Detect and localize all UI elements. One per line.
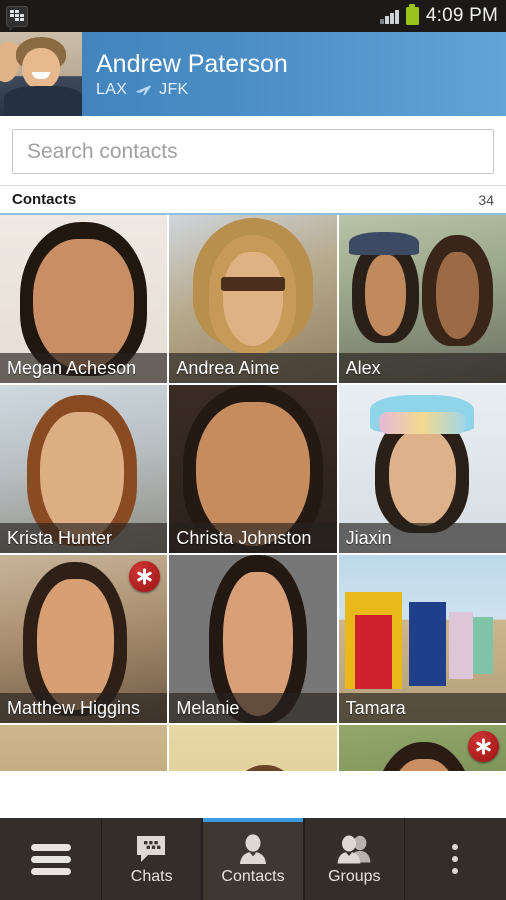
menu-button[interactable] (0, 818, 101, 900)
tab-contacts[interactable]: Contacts (202, 818, 304, 900)
contact-tile[interactable]: Tamara (338, 555, 506, 723)
tab-groups[interactable]: Groups (303, 818, 405, 900)
contact-tile[interactable]: Megan Acheson (0, 215, 168, 383)
contact-tile[interactable]: Christa Johnston (169, 385, 337, 553)
contacts-grid-scroll[interactable]: Megan Acheson Andrea Aime Alex Krista Hu… (0, 215, 506, 771)
bbm-logo-icon (6, 5, 28, 32)
contact-tile[interactable]: Matthew Higgins (0, 555, 168, 723)
contact-tile[interactable]: Andrea Aime (169, 215, 337, 383)
contact-name-bar: Christa Johnston (169, 523, 337, 553)
contact-name-bar: Jiaxin (338, 523, 506, 553)
contact-name: Krista Hunter (7, 527, 113, 548)
status-bar: 4:09 PM (0, 0, 506, 32)
contact-name-bar: Megan Acheson (0, 353, 168, 383)
bbm-chat-icon (133, 833, 171, 865)
contact-name-bar: Alex (338, 353, 506, 383)
contact-tile[interactable] (338, 725, 506, 771)
contact-name: Jiaxin (345, 527, 392, 548)
contact-name: Megan Acheson (7, 357, 137, 378)
status-bar-right: 4:09 PM (380, 4, 498, 27)
avatar[interactable] (0, 32, 82, 116)
contact-name: Tamara (345, 697, 406, 718)
asterisk-icon (467, 731, 499, 762)
hamburger-menu-icon (30, 843, 71, 875)
contacts-count: 34 (478, 191, 494, 208)
profile-status-to: JFK (159, 80, 189, 98)
contact-name-bar: Tamara (338, 693, 506, 723)
bottom-navigation-bar: Chats Contacts Groups (0, 818, 506, 900)
profile-status-from: LAX (96, 80, 128, 98)
contact-name: Matthew Higgins (7, 697, 141, 718)
contact-tile[interactable]: Alex (338, 215, 506, 383)
search-input[interactable] (27, 139, 479, 164)
contact-tile[interactable] (0, 725, 168, 771)
app-root: 4:09 PM Andrew Paterson LAX JFK Search c… (0, 0, 506, 900)
contact-name-bar: Andrea Aime (169, 353, 337, 383)
signal-bars-icon (380, 9, 399, 24)
search-box[interactable] (12, 129, 494, 174)
profile-status: LAX JFK (96, 81, 506, 99)
search-section (0, 117, 506, 185)
contacts-grid: Megan Acheson Andrea Aime Alex Krista Hu… (0, 215, 506, 771)
tab-chats[interactable]: Chats (101, 818, 203, 900)
overflow-menu-button[interactable] (405, 818, 506, 900)
profile-header[interactable]: Andrew Paterson LAX JFK (0, 32, 506, 117)
people-group-icon (335, 833, 373, 865)
tab-groups-label: Groups (328, 867, 381, 885)
contact-name: Melanie (176, 697, 240, 718)
profile-text: Andrew Paterson LAX JFK (82, 32, 506, 116)
battery-icon (405, 4, 419, 25)
profile-name: Andrew Paterson (96, 49, 288, 78)
contact-tile[interactable]: Jiaxin (338, 385, 506, 553)
contact-name: Christa Johnston (176, 527, 312, 548)
status-bar-left (6, 5, 28, 32)
tab-chats-label: Chats (130, 867, 173, 885)
contacts-section-header: Contacts 34 (0, 185, 506, 213)
page-title: Contacts (12, 191, 77, 208)
contact-photo (169, 725, 337, 771)
contact-name: Andrea Aime (176, 357, 280, 378)
contact-name-bar: Matthew Higgins (0, 693, 168, 723)
contact-name-bar: Krista Hunter (0, 523, 168, 553)
contact-tile[interactable] (169, 725, 337, 771)
tab-contacts-label: Contacts (221, 867, 285, 885)
contact-name: Alex (345, 357, 381, 378)
contact-tile[interactable]: Krista Hunter (0, 385, 168, 553)
contact-name-bar: Melanie (169, 693, 337, 723)
status-bar-clock: 4:09 PM (425, 5, 498, 26)
contact-tile[interactable]: Melanie (169, 555, 337, 723)
person-icon (234, 833, 272, 865)
overflow-menu-icon (452, 844, 459, 874)
contact-photo (0, 725, 168, 771)
airplane-icon (136, 85, 151, 95)
